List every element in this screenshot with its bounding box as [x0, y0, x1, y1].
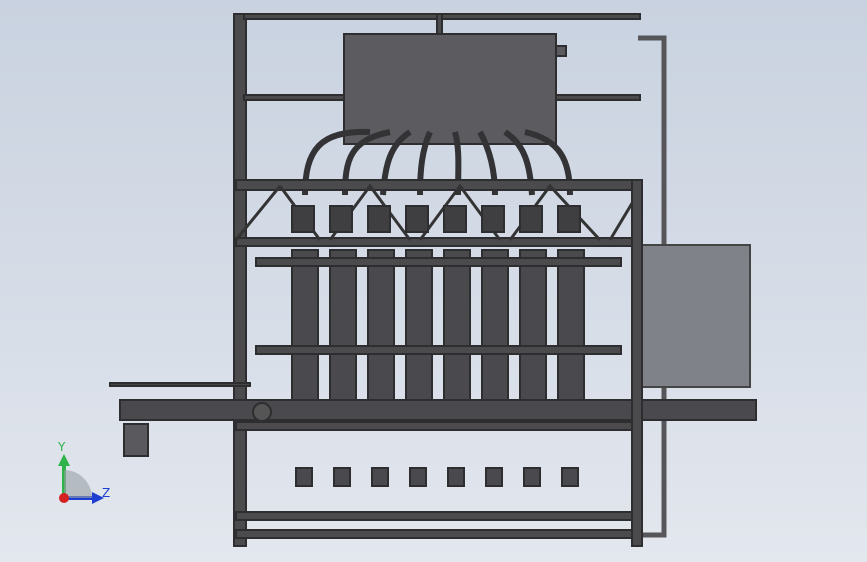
z-axis-label: Z [102, 486, 111, 500]
left-column [233, 13, 247, 547]
drive-gearbox [252, 402, 272, 422]
y-axis-head [58, 454, 70, 466]
filling-machine-model[interactable] [0, 0, 867, 562]
y-axis-label: Y [58, 440, 66, 454]
orientation-triad [58, 454, 104, 504]
lower-beam [255, 345, 622, 355]
triad-origin [59, 493, 69, 503]
triad-plane [64, 470, 92, 498]
base-beam-mid [235, 511, 643, 521]
tank-outlet [555, 45, 567, 57]
truss-top [235, 179, 643, 191]
truss-bottom [235, 237, 643, 247]
base-beam-bottom [235, 529, 643, 539]
upper-beam [255, 257, 622, 267]
cylinders [291, 249, 585, 421]
left-guide-rail [109, 382, 251, 387]
base-beam-top [235, 421, 643, 431]
supply-tank [343, 33, 557, 145]
conveyor [119, 399, 757, 421]
nozzles [295, 467, 579, 487]
cad-viewport[interactable]: Y Z [0, 0, 867, 562]
control-panel [639, 244, 751, 388]
conveyor-motor [123, 423, 149, 457]
right-column [631, 179, 643, 547]
